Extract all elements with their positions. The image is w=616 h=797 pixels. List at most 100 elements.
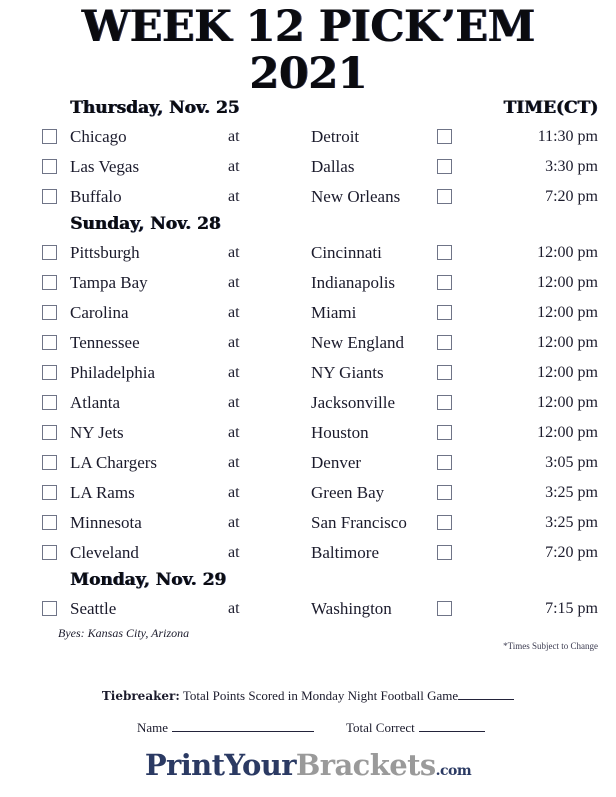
game-list: Chicago at Detroit 11:30 pm Las Vegas at Dalla… [0,122,616,212]
at-separator: at [228,394,240,411]
home-team-checkbox[interactable] [42,485,57,500]
at-separator: at [228,334,240,351]
game-time: 12:00 pm [537,274,598,291]
home-team-name: Minnesota [70,513,142,532]
at-separator: at [228,514,240,531]
at-separator: at [228,424,240,441]
game-time: 7:20 pm [545,188,598,205]
game-time: 11:30 pm [537,128,598,145]
title-line-1: WEEK 12 PICK’EM [81,2,535,52]
home-team-checkbox[interactable] [42,159,57,174]
game-time: 12:00 pm [537,394,598,411]
away-team-name: NY Giants [311,363,384,382]
away-team-name: Denver [311,453,362,472]
name-input-line[interactable] [172,720,315,732]
game-row: NY Jets at Houston 12:00 pm [0,418,616,448]
home-team-checkbox[interactable] [42,335,57,350]
away-team-checkbox[interactable] [437,305,452,320]
logo-part-print-your: PrintYour [144,748,297,782]
logo-part-brackets: Brackets [295,748,436,782]
home-team-name: Carolina [70,303,129,322]
home-team-name: LA Chargers [70,453,158,472]
game-time: 12:00 pm [537,334,598,351]
home-team-name: Atlanta [70,393,121,412]
day-header-row: Thursday, Nov. 25 TIME(CT) [0,96,616,122]
home-team-name: Cleveland [70,543,139,562]
tiebreaker-row: Tiebreaker: Total Points Scored in Monda… [0,688,616,704]
at-separator: at [228,188,240,205]
home-team-checkbox[interactable] [42,275,57,290]
game-time: 12:00 pm [537,424,598,441]
away-team-name: Green Bay [311,483,385,502]
game-row: Seattle at Washington 7:15 pm [0,594,616,624]
home-team-name: Buffalo [70,187,122,206]
game-row: Tennessee at New England 12:00 pm [0,328,616,358]
at-separator: at [228,600,240,617]
away-team-checkbox[interactable] [437,425,452,440]
home-team-checkbox[interactable] [42,545,57,560]
total-correct-input-line[interactable] [418,720,485,732]
at-separator: at [228,244,240,261]
game-row: Cleveland at Baltimore 7:20 pm [0,538,616,568]
away-team-checkbox[interactable] [437,189,452,204]
at-separator: at [228,484,240,501]
home-team-checkbox[interactable] [42,455,57,470]
day-heading: Sunday, Nov. 28 [70,214,221,234]
at-separator: at [228,128,240,145]
game-time: 12:00 pm [537,244,598,261]
tiebreaker-label: Tiebreaker: [101,689,180,703]
away-team-checkbox[interactable] [437,275,452,290]
away-team-checkbox[interactable] [437,515,452,530]
day-heading: Monday, Nov. 29 [70,570,227,590]
home-team-checkbox[interactable] [42,365,57,380]
total-correct-label: Total Correct [346,720,415,735]
game-row: Buffalo at New Orleans 7:20 pm [0,182,616,212]
byes-note: Byes: Kansas City, Arizona [58,626,190,640]
away-team-checkbox[interactable] [437,245,452,260]
game-time: 12:00 pm [537,364,598,381]
at-separator: at [228,454,240,471]
home-team-checkbox[interactable] [42,515,57,530]
at-separator: at [228,364,240,381]
printyourbrackets-logo[interactable]: PrintYourBrackets.com [0,750,616,786]
game-time: 3:05 pm [545,454,598,471]
at-separator: at [228,544,240,561]
day-heading: Thursday, Nov. 25 [70,98,240,118]
away-team-checkbox[interactable] [437,601,452,616]
game-row: LA Rams at Green Bay 3:25 pm [0,478,616,508]
home-team-checkbox[interactable] [42,129,57,144]
home-team-checkbox[interactable] [42,245,57,260]
game-row: Atlanta at Jacksonville 12:00 pm [0,388,616,418]
times-disclaimer: *Times Subject to Change [503,641,598,651]
home-team-name: Tennessee [70,333,140,352]
page-title: WEEK 12 PICK’EM 2021 [0,0,616,96]
home-team-checkbox[interactable] [42,305,57,320]
away-team-checkbox[interactable] [437,485,452,500]
home-team-name: LA Rams [70,483,135,502]
home-team-checkbox[interactable] [42,425,57,440]
game-list: Seattle at Washington 7:15 pm [0,594,616,624]
title-line-2: 2021 [249,49,367,99]
home-team-checkbox[interactable] [42,601,57,616]
away-team-checkbox[interactable] [437,335,452,350]
away-team-checkbox[interactable] [437,545,452,560]
away-team-checkbox[interactable] [437,365,452,380]
away-team-name: Cincinnati [311,243,382,262]
home-team-name: Las Vegas [70,157,140,176]
away-team-checkbox[interactable] [437,395,452,410]
away-team-name: Miami [311,303,357,322]
game-row: Tampa Bay at Indianapolis 12:00 pm [0,268,616,298]
away-team-checkbox[interactable] [437,455,452,470]
tiebreaker-input-line[interactable] [458,688,515,700]
away-team-name: Baltimore [311,543,379,562]
game-time: 3:30 pm [545,158,598,175]
home-team-checkbox[interactable] [42,395,57,410]
home-team-name: Pittsburgh [70,243,140,262]
away-team-checkbox[interactable] [437,129,452,144]
home-team-name: Philadelphia [70,363,155,382]
home-team-name: Tampa Bay [70,273,148,292]
day-header-row: Monday, Nov. 29 [0,568,616,594]
home-team-checkbox[interactable] [42,189,57,204]
away-team-checkbox[interactable] [437,159,452,174]
game-time: 3:25 pm [545,484,598,501]
